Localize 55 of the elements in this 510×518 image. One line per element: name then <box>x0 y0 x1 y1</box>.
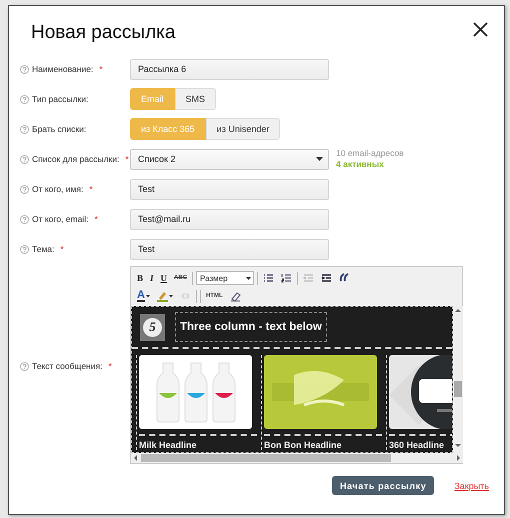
toggle-option[interactable]: из Unisender <box>206 118 280 140</box>
numbered-list-icon[interactable] <box>281 272 292 284</box>
dropdown-caret-icon <box>316 157 323 161</box>
toggle-option[interactable]: SMS <box>174 88 216 110</box>
indent-icon[interactable] <box>321 272 332 284</box>
help-icon[interactable] <box>20 362 29 370</box>
text-color-button[interactable]: A <box>135 289 152 303</box>
start-mailing-button[interactable]: Начать рассылку <box>332 476 434 495</box>
column-headline: Milk Headline <box>139 434 257 450</box>
text-field[interactable]: Test@mail.ru <box>130 208 329 230</box>
field-label: Текст сообщения: <box>32 361 102 371</box>
column-headline: Bon Bon Headline <box>264 434 382 450</box>
text-field[interactable]: Рассылка 6 <box>130 58 329 80</box>
required-mark: * <box>108 361 112 371</box>
quote-icon[interactable] <box>339 272 350 284</box>
dropdown-caret-icon <box>168 294 173 298</box>
address-count: 10 email-адресов <box>336 148 404 159</box>
required-mark: * <box>125 154 129 164</box>
text-field[interactable]: Test <box>130 238 329 260</box>
required-mark: * <box>89 184 93 194</box>
underline-button[interactable]: U <box>158 271 170 285</box>
required-mark: * <box>60 244 64 254</box>
eraser-icon[interactable] <box>230 290 241 302</box>
close-link[interactable]: Закрыть <box>454 480 489 490</box>
help-icon[interactable] <box>20 124 29 134</box>
horizontal-scrollbar[interactable] <box>131 453 463 463</box>
help-icon[interactable] <box>20 244 29 254</box>
required-mark: * <box>99 64 103 74</box>
bold-button[interactable]: B <box>135 271 146 285</box>
help-icon[interactable] <box>20 64 29 74</box>
italic-button[interactable]: I <box>148 271 156 285</box>
close-icon[interactable] <box>473 22 488 37</box>
dropdown-caret-icon <box>246 276 252 280</box>
field-label: Тип рассылки: <box>32 94 88 104</box>
list-dropdown[interactable]: Список 2 <box>130 148 329 170</box>
section-heading: Three column - text below <box>175 312 327 342</box>
active-count: 4 активных <box>336 159 385 170</box>
help-icon[interactable] <box>20 214 29 224</box>
highlight-icon[interactable] <box>156 290 168 302</box>
required-mark: * <box>94 214 98 224</box>
field-label: От кого, имя: <box>32 184 84 194</box>
field-label: Тема: <box>32 244 54 254</box>
dropdown-caret-icon <box>146 294 150 298</box>
field-label: Брать списки: <box>32 124 86 134</box>
help-icon[interactable] <box>20 184 29 194</box>
text-field[interactable]: Test <box>130 178 329 200</box>
font-size-dropdown[interactable]: Размер <box>196 271 254 285</box>
bulleted-list-icon[interactable] <box>263 272 274 284</box>
help-icon[interactable] <box>20 94 29 104</box>
field-label: От кого, email: <box>32 214 88 224</box>
dialog-title: Новая рассылка <box>31 22 176 44</box>
field-label: Наименование: <box>32 64 94 74</box>
field-label: Список для рассылки: <box>32 154 120 164</box>
help-icon[interactable] <box>20 154 29 164</box>
number-badge: 5 <box>140 314 165 340</box>
